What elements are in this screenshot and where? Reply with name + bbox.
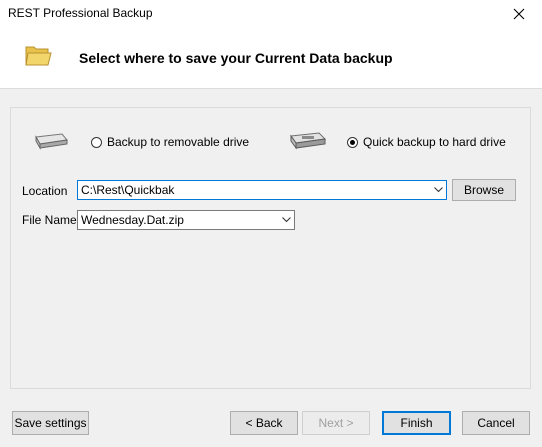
- next-button[interactable]: Next >: [302, 411, 370, 435]
- chevron-down-icon[interactable]: [278, 211, 294, 229]
- close-icon: [513, 8, 525, 20]
- hard-drive-radio-button[interactable]: [347, 136, 358, 148]
- location-combo[interactable]: C:\Rest\Quickbak: [77, 180, 447, 200]
- removable-drive-radio-button[interactable]: [91, 136, 102, 148]
- chevron-down-icon[interactable]: [430, 181, 446, 199]
- save-settings-button[interactable]: Save settings: [12, 411, 89, 435]
- back-button[interactable]: < Back: [230, 411, 298, 435]
- filename-combo[interactable]: Wednesday.Dat.zip: [77, 210, 295, 230]
- header-title: Select where to save your Current Data b…: [79, 50, 393, 66]
- folder-icon: [25, 46, 52, 66]
- close-button[interactable]: [496, 0, 542, 28]
- hard-drive-icon: [290, 132, 327, 150]
- options-panel: [10, 107, 531, 389]
- filename-value: Wednesday.Dat.zip: [81, 213, 184, 227]
- cancel-button[interactable]: Cancel: [462, 411, 530, 435]
- hard-drive-label: Quick backup to hard drive: [363, 135, 506, 149]
- wizard-header: Select where to save your Current Data b…: [0, 28, 542, 89]
- hard-drive-radio[interactable]: Quick backup to hard drive: [347, 135, 506, 149]
- removable-drive-label: Backup to removable drive: [107, 135, 250, 149]
- filename-label: File Name: [22, 213, 77, 227]
- removable-drive-icon: [35, 133, 68, 150]
- removable-drive-radio[interactable]: Backup to removable drive: [91, 135, 249, 149]
- finish-button[interactable]: Finish: [382, 411, 451, 435]
- window-title: REST Professional Backup: [8, 6, 153, 20]
- title-bar: REST Professional Backup: [0, 0, 542, 28]
- browse-button[interactable]: Browse: [452, 179, 516, 201]
- location-value: C:\Rest\Quickbak: [81, 183, 175, 197]
- location-label: Location: [22, 184, 68, 198]
